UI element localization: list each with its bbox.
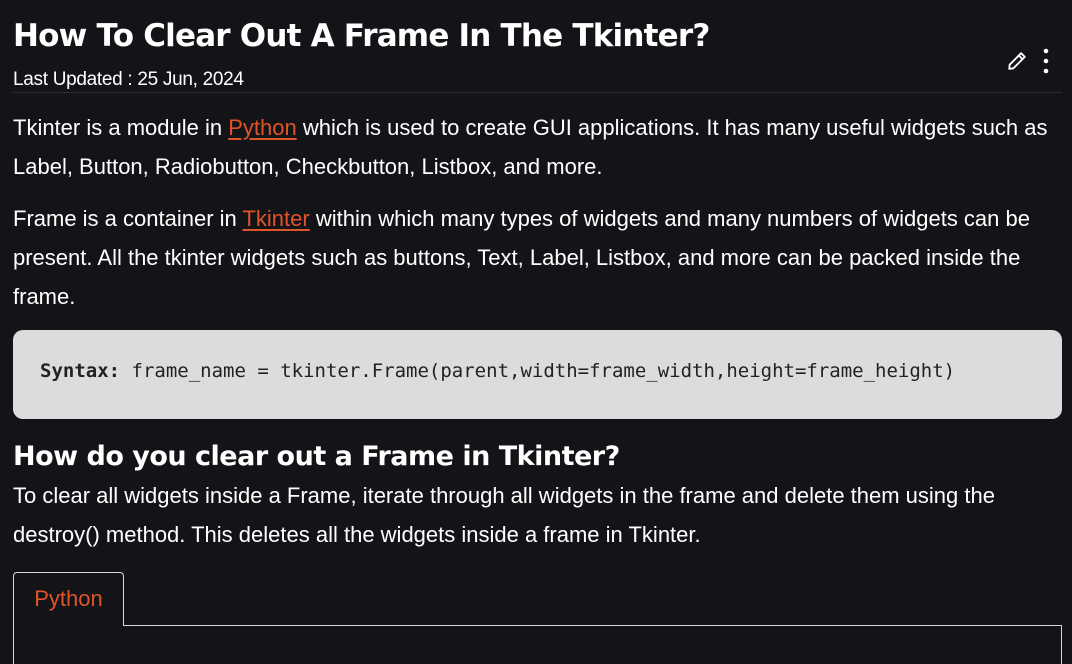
article-actions: [1006, 48, 1050, 74]
article-meta: Last Updated : 25 Jun, 2024: [13, 48, 1062, 93]
last-updated-date: Last Updated : 25 Jun, 2024: [13, 69, 244, 90]
frame-text-start: Frame is a container in: [13, 206, 243, 231]
syntax-label: Syntax:: [40, 360, 121, 382]
code-panel: [13, 625, 1062, 664]
page-title: How To Clear Out A Frame In The Tkinter?: [13, 18, 710, 54]
intro-paragraph: Tkinter is a module in Python which is u…: [13, 108, 1062, 186]
section-paragraph: To clear all widgets inside a Frame, ite…: [13, 483, 995, 547]
more-vertical-icon[interactable]: [1042, 48, 1050, 74]
python-link[interactable]: Python: [228, 115, 297, 140]
frame-paragraph: Frame is a container in Tkinter within w…: [13, 199, 1062, 316]
code-tabs: Python: [13, 572, 1062, 664]
tab-python[interactable]: Python: [13, 572, 124, 626]
article-page: How To Clear Out A Frame In The Tkinter?…: [0, 0, 1072, 664]
syntax-code: frame_name = tkinter.Frame(parent,width=…: [120, 360, 956, 382]
intro-text-start: Tkinter is a module in: [13, 115, 229, 140]
pencil-icon[interactable]: [1006, 50, 1028, 72]
section-heading: How do you clear out a Frame in Tkinter?: [13, 441, 620, 472]
syntax-block: Syntax: frame_name = tkinter.Frame(paren…: [13, 330, 1062, 419]
tkinter-link[interactable]: Tkinter: [242, 206, 309, 231]
